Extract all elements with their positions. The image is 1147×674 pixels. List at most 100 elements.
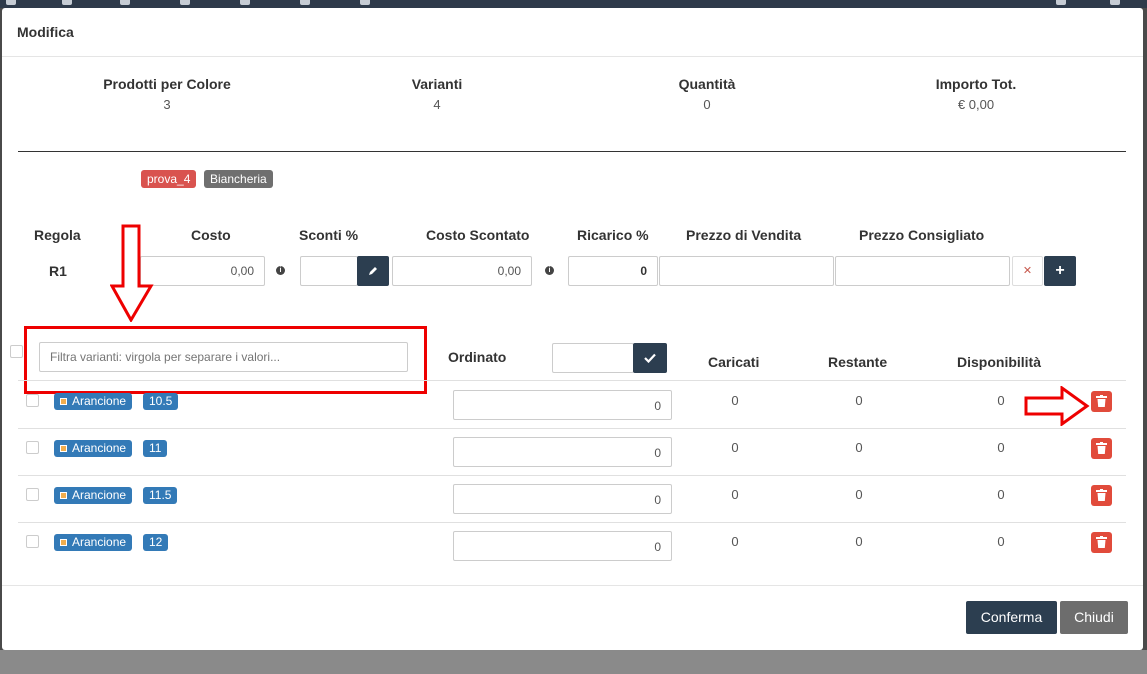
prezzo-vendita-input[interactable] (659, 256, 834, 286)
modal-footer-line (2, 585, 1143, 586)
disponibilita-value: 0 (997, 487, 1005, 502)
color-badge: Arancione (54, 487, 133, 504)
ordinato-input[interactable]: 0 (453, 437, 672, 467)
costo-scontato-input[interactable]: 0,00 (392, 256, 532, 286)
color-badge: Arancione (54, 440, 133, 457)
restante-value: 0 (855, 440, 863, 455)
size-badge: 10.5 (143, 393, 179, 410)
trash-icon (1096, 489, 1107, 501)
sconti-input[interactable] (300, 256, 358, 286)
disponibilita-value: 0 (997, 393, 1005, 408)
color-label: Arancione (72, 394, 127, 408)
stat-varianti: Varianti 4 (327, 76, 547, 112)
pencil-icon (369, 267, 377, 275)
nav-icon (360, 0, 370, 5)
stat-label: Importo Tot. (935, 76, 1017, 92)
background-page (0, 650, 1147, 674)
stat-importo: Importo Tot. € 0,00 (866, 76, 1086, 112)
color-swatch-icon (60, 492, 67, 499)
trash-icon (1096, 536, 1107, 548)
divider (18, 151, 1126, 152)
row-checkbox[interactable] (26, 535, 39, 548)
color-label: Arancione (72, 535, 127, 549)
size-badge: 11.5 (143, 487, 178, 504)
background-topbar (0, 0, 1147, 8)
tag-prova: prova_4 (141, 170, 197, 188)
row-checkbox[interactable] (26, 441, 39, 454)
ordinato-input[interactable]: 0 (453, 484, 672, 514)
nav-icon (240, 0, 250, 5)
nav-icon (120, 0, 130, 5)
info-icon[interactable]: i (545, 266, 554, 275)
modal-title: Modifica (17, 24, 74, 40)
costo-input[interactable]: 0,00 (140, 256, 265, 286)
delete-button[interactable] (1091, 485, 1112, 506)
stat-prodotti: Prodotti per Colore 3 (57, 76, 277, 112)
plus-icon: + (1055, 262, 1065, 279)
size-badge: 11 (143, 440, 168, 457)
header-caricati: Caricati (708, 354, 760, 370)
trash-icon (1096, 442, 1107, 454)
row-divider (18, 522, 1126, 523)
modal-header: Modifica (2, 8, 1143, 57)
delete-button[interactable] (1091, 391, 1112, 412)
stat-value: 0 (703, 97, 711, 112)
caricati-value: 0 (731, 393, 739, 408)
size-badge: 12 (143, 534, 169, 551)
nav-icon (180, 0, 190, 5)
color-swatch-icon (60, 398, 67, 405)
confirm-button[interactable]: Conferma (966, 601, 1057, 634)
filter-variants-input[interactable] (39, 342, 408, 372)
ordinato-input[interactable]: 0 (453, 531, 672, 561)
clear-button[interactable]: ✕ (1012, 256, 1043, 286)
ordinato-bulk-input[interactable] (552, 343, 634, 373)
ricarico-input[interactable]: 0 (568, 256, 658, 286)
stat-label: Prodotti per Colore (103, 76, 231, 92)
check-icon (644, 353, 656, 364)
info-icon[interactable]: i (276, 266, 285, 275)
restante-value: 0 (855, 393, 863, 408)
stat-value: € 0,00 (957, 97, 995, 112)
color-badge: Arancione (54, 534, 133, 551)
header-ordinato: Ordinato (448, 349, 507, 365)
header-costo: Costo (191, 227, 231, 243)
edit-sconti-button[interactable] (357, 256, 389, 286)
header-restante: Restante (828, 354, 888, 370)
header-ricarico: Ricarico % (577, 227, 649, 243)
menu-icon (6, 0, 16, 5)
delete-button[interactable] (1091, 438, 1112, 459)
row-checkbox[interactable] (26, 488, 39, 501)
close-button[interactable]: Chiudi (1060, 601, 1128, 634)
caricati-value: 0 (731, 487, 739, 502)
color-label: Arancione (72, 441, 127, 455)
apply-ordinato-button[interactable] (633, 343, 667, 373)
table-header-line (18, 380, 1126, 381)
search-icon (1056, 0, 1066, 5)
delete-button[interactable] (1091, 532, 1112, 553)
header-regola: Regola (34, 227, 81, 243)
select-all-checkbox[interactable] (10, 345, 23, 358)
caricati-value: 0 (731, 534, 739, 549)
nav-icon (62, 0, 72, 5)
row-checkbox[interactable] (26, 394, 39, 407)
nav-icon (300, 0, 310, 5)
restante-value: 0 (855, 534, 863, 549)
color-swatch-icon (60, 539, 67, 546)
rule-label: R1 (49, 263, 67, 279)
annotation-arrow-right (1024, 386, 1090, 426)
stat-label: Quantità (678, 76, 736, 92)
caricati-value: 0 (731, 440, 739, 455)
header-disponibilita: Disponibilità (957, 354, 1041, 370)
add-rule-button[interactable]: + (1044, 256, 1076, 286)
ordinato-input[interactable]: 0 (453, 390, 672, 420)
row-divider (18, 475, 1126, 476)
prezzo-consigliato-input[interactable] (835, 256, 1010, 286)
header-costo-scontato: Costo Scontato (426, 227, 530, 243)
row-divider (18, 428, 1126, 429)
trash-icon (1096, 395, 1107, 407)
disponibilita-value: 0 (997, 534, 1005, 549)
header-prezzo-consigliato: Prezzo Consigliato (859, 227, 985, 243)
stat-value: 3 (163, 97, 171, 112)
annotation-arrow-down (110, 224, 154, 322)
edit-modal: Modifica Prodotti per Colore 3 Varianti … (2, 8, 1143, 650)
